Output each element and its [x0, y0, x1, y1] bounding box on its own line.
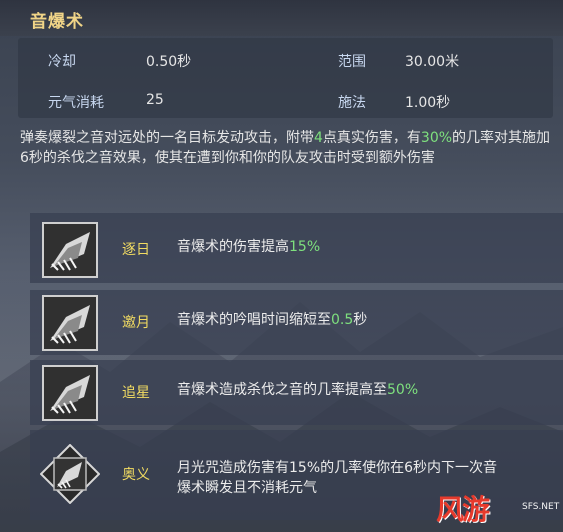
- skill-description: 弹奏爆裂之音对远处的一名目标发动攻击，附带4点真实伤害，有30%的几率对其施加6…: [20, 130, 551, 166]
- stat-cost-value: 25: [146, 92, 164, 108]
- stat-range-value: 30.00米: [405, 54, 460, 70]
- sonic-burst-icon: [42, 295, 98, 351]
- talent-name: 追星: [122, 385, 150, 401]
- talent-name: 邀月: [122, 315, 150, 331]
- skill-header: 音爆术: [0, 0, 563, 36]
- talent-row-zhuri[interactable]: 逐日 音爆术的伤害提高15%: [30, 213, 563, 283]
- stat-range-label: 范围: [338, 54, 366, 70]
- talent-name: 奥义: [122, 467, 150, 483]
- sonic-burst-icon: [42, 365, 98, 421]
- stat-cast-label: 施法: [338, 95, 366, 111]
- sonic-burst-icon: [42, 222, 98, 278]
- stat-cast-value: 1.00秒: [405, 95, 451, 111]
- talent-effect: 音爆术造成杀伐之音的几率提高至50%: [177, 382, 419, 398]
- stat-cooldown-value: 0.50秒: [146, 54, 192, 70]
- talent-row-yaoyue[interactable]: 邀月 音爆术的吟唱时间缩短至0.5秒: [30, 290, 563, 355]
- sonic-burst-icon: [40, 444, 100, 504]
- talent-name: 逐日: [122, 242, 150, 258]
- skill-title: 音爆术: [30, 12, 84, 32]
- stat-cost-label: 元气消耗: [48, 95, 104, 111]
- talent-effect: 音爆术的伤害提高15%: [177, 239, 321, 255]
- talent-row-zhuixing[interactable]: 追星 音爆术造成杀伐之音的几率提高至50%: [30, 360, 563, 425]
- stat-cooldown-label: 冷却: [48, 54, 76, 70]
- talent-effect: 音爆术的吟唱时间缩短至0.5秒: [177, 312, 368, 328]
- site-watermark: 风游 SFS.NET: [436, 493, 560, 526]
